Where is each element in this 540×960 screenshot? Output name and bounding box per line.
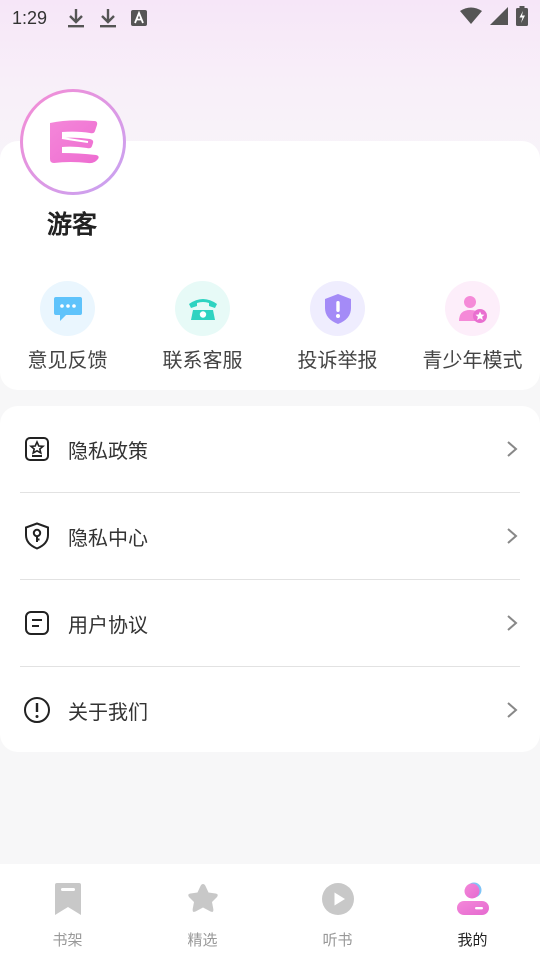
chevron-right-icon xyxy=(506,614,518,632)
quick-action-feedback[interactable]: 意见反馈 xyxy=(0,281,135,373)
quick-action-teen-mode[interactable]: 青少年模式 xyxy=(405,281,540,373)
shield-key-icon xyxy=(22,521,52,551)
star-icon xyxy=(185,881,221,917)
profile-icon xyxy=(455,881,491,917)
text-a-icon xyxy=(131,10,148,26)
quick-actions: 意见反馈 联系客服 投诉举报 青少年模式 xyxy=(0,281,540,373)
chevron-right-icon xyxy=(506,440,518,458)
menu-item-label: 隐私中心 xyxy=(68,525,148,550)
bottom-navigation: 书架 精选 听书 我的 xyxy=(0,864,540,960)
avatar[interactable] xyxy=(20,89,126,195)
status-bar: 1:29 xyxy=(0,0,540,36)
teen-user-icon xyxy=(445,281,500,336)
bookmark-icon xyxy=(50,881,86,917)
quick-action-label: 投诉举报 xyxy=(297,348,378,372)
nav-tab-bookshelf[interactable]: 书架 xyxy=(0,864,135,960)
status-time: 1:29 xyxy=(12,7,48,28)
telephone-icon xyxy=(175,281,230,336)
username[interactable]: 游客 xyxy=(47,205,97,241)
quick-action-label: 意见反馈 xyxy=(27,348,108,372)
wifi-icon xyxy=(460,7,482,29)
menu-item-label: 关于我们 xyxy=(68,699,148,724)
menu-item-user-agreement[interactable]: 用户协议 xyxy=(0,580,540,666)
play-icon xyxy=(320,881,356,917)
privacy-policy-icon xyxy=(22,434,52,464)
menu-item-label: 用户协议 xyxy=(68,612,148,637)
nav-label: 精选 xyxy=(187,931,218,949)
download-icon xyxy=(99,8,117,28)
nav-tab-mine[interactable]: 我的 xyxy=(405,864,540,960)
menu-item-about-us[interactable]: 关于我们 xyxy=(0,667,540,753)
download-icon xyxy=(67,8,85,28)
nav-label: 听书 xyxy=(322,931,353,949)
app-logo-icon xyxy=(23,92,123,192)
shield-alert-icon xyxy=(310,281,365,336)
nav-tab-audiobook[interactable]: 听书 xyxy=(270,864,405,960)
nav-label: 书架 xyxy=(52,931,83,949)
menu-item-privacy-center[interactable]: 隐私中心 xyxy=(0,493,540,579)
quick-action-label: 青少年模式 xyxy=(422,348,523,372)
info-alert-icon xyxy=(22,695,52,725)
menu-item-label: 隐私政策 xyxy=(68,438,148,463)
menu-item-privacy-policy[interactable]: 隐私政策 xyxy=(0,406,540,492)
chevron-right-icon xyxy=(506,701,518,719)
battery-icon xyxy=(516,6,528,30)
agreement-icon xyxy=(22,608,52,638)
quick-action-contact-service[interactable]: 联系客服 xyxy=(135,281,270,373)
nav-tab-featured[interactable]: 精选 xyxy=(135,864,270,960)
settings-menu: 隐私政策 隐私中心 用户协议 关于我们 xyxy=(0,406,540,752)
quick-action-report[interactable]: 投诉举报 xyxy=(270,281,405,373)
quick-action-label: 联系客服 xyxy=(162,348,243,372)
chat-bubble-icon xyxy=(40,281,95,336)
signal-icon xyxy=(490,7,508,29)
chevron-right-icon xyxy=(506,527,518,545)
nav-label: 我的 xyxy=(457,931,488,949)
